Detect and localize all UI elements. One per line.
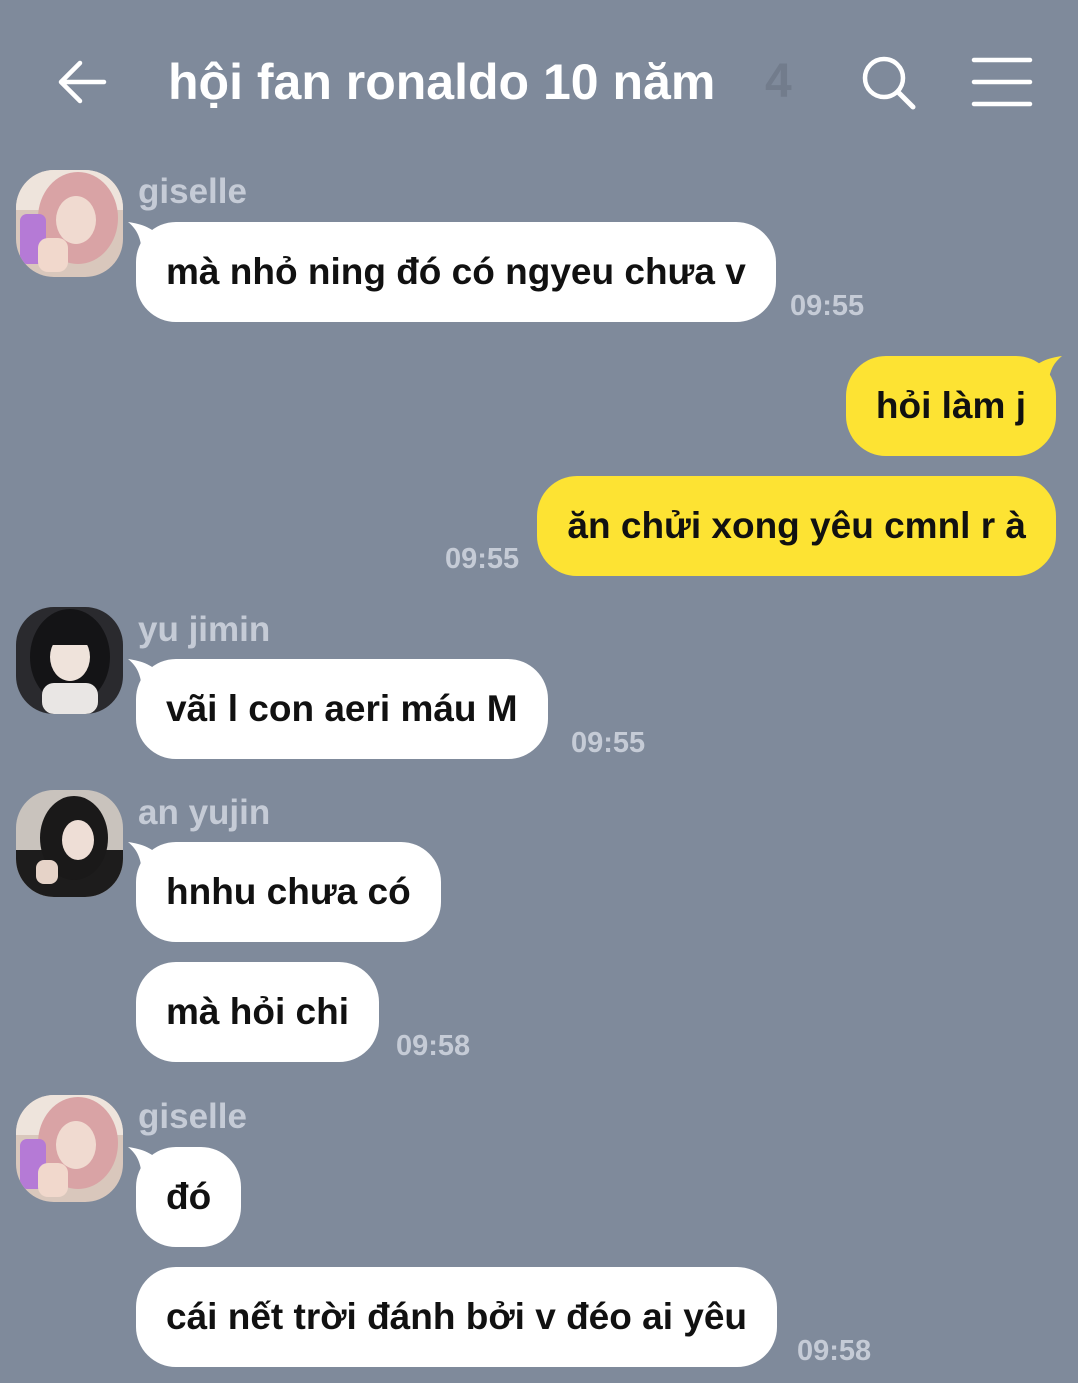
back-button[interactable] — [52, 52, 112, 112]
avatar-yu-jimin[interactable] — [16, 607, 123, 714]
message-bubble[interactable]: mà nhỏ ning đó có ngyeu chưa v — [136, 222, 776, 322]
message-time: 09:55 — [445, 543, 520, 575]
message-bubble[interactable]: vãi l con aeri máu M — [136, 659, 548, 759]
sender-name: giselle — [138, 1097, 247, 1136]
message-time: 09:55 — [790, 290, 865, 322]
search-icon — [862, 56, 916, 110]
avatar-giselle[interactable] — [16, 1095, 123, 1202]
message-bubble[interactable]: ăn chửi xong yêu cmnl r à — [537, 476, 1056, 576]
message-time: 09:58 — [396, 1030, 471, 1062]
message-bubble[interactable]: đó — [136, 1147, 242, 1247]
sender-name: giselle — [138, 172, 247, 211]
message-bubble[interactable]: hỏi làm j — [845, 356, 1056, 456]
arrow-left-icon — [58, 60, 107, 104]
message-bubble[interactable]: hnhu chưa có — [136, 842, 441, 942]
avatar-an-yujin[interactable] — [16, 790, 123, 897]
menu-button[interactable] — [970, 55, 1034, 109]
message-bubble[interactable]: cái nết trời đánh bởi v đéo ai yêu — [136, 1267, 778, 1367]
search-button[interactable] — [858, 52, 920, 114]
chat-header: hội fan ronaldo 10 năm 4 — [0, 0, 1078, 165]
member-count: 4 — [765, 55, 792, 108]
sender-name: an yujin — [138, 793, 271, 832]
menu-icon — [971, 57, 1033, 107]
bubble-tail — [1028, 356, 1062, 392]
message-bubble[interactable]: mà hỏi chi — [136, 962, 379, 1062]
sender-name: yu jimin — [138, 610, 271, 649]
avatar-giselle[interactable] — [16, 170, 123, 277]
message-time: 09:58 — [797, 1335, 872, 1367]
message-time: 09:55 — [571, 727, 646, 759]
chat-title: hội fan ronaldo 10 năm — [168, 54, 716, 110]
